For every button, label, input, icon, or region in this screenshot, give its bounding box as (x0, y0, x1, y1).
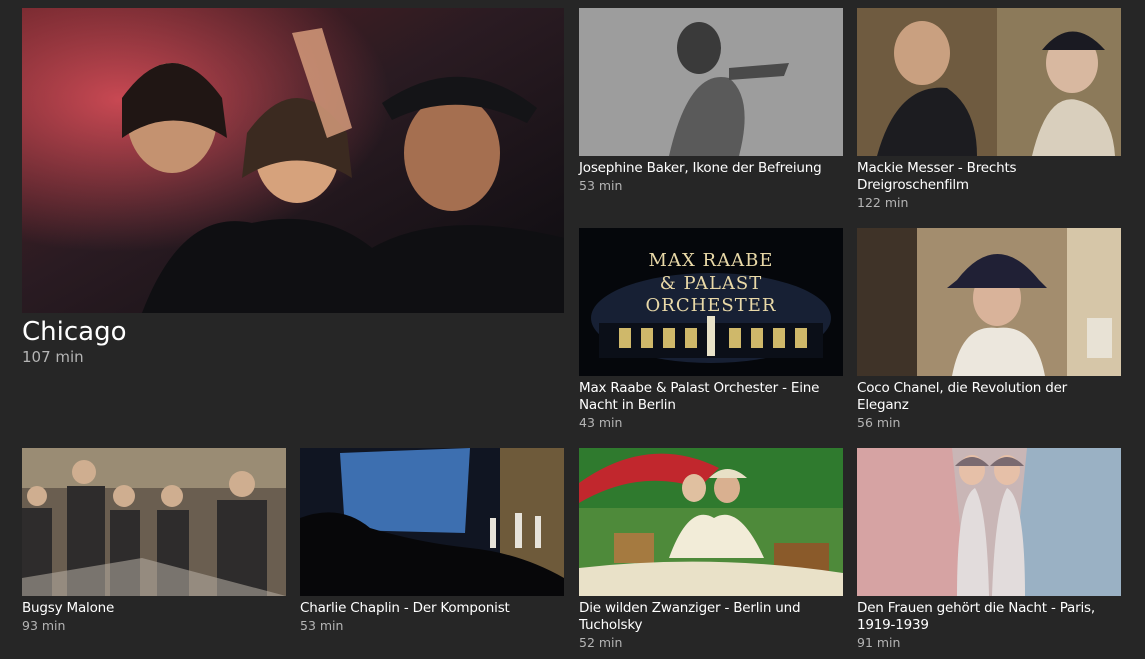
video-thumbnail[interactable] (22, 448, 286, 596)
video-duration: 56 min (857, 415, 901, 430)
video-duration: 53 min (300, 618, 344, 633)
featured-duration: 107 min (22, 348, 84, 366)
thumbnail-title-text: MAX RAABE & PALAST ORCHESTER (645, 250, 777, 316)
thumbnail-image (22, 448, 286, 596)
featured-title: Chicago (22, 317, 127, 347)
video-title: Den Frauen gehört die Nacht - Paris, 191… (857, 600, 1095, 633)
video-meta: Josephine Baker, Ikone der Befreiung 53 … (579, 160, 843, 194)
video-duration: 122 min (857, 195, 909, 210)
video-meta: Charlie Chaplin - Der Komponist 53 min (300, 600, 564, 634)
video-duration: 53 min (579, 178, 623, 193)
featured-thumbnail[interactable] (22, 8, 564, 313)
video-thumbnail[interactable]: MAX RAABE & PALAST ORCHESTER (579, 228, 843, 376)
video-title: Bugsy Malone (22, 600, 115, 616)
video-duration: 43 min (579, 415, 623, 430)
video-meta: Coco Chanel, die Revolution der Eleganz … (857, 380, 1121, 431)
video-meta: Bugsy Malone 93 min (22, 600, 286, 634)
video-thumbnail[interactable] (579, 448, 843, 596)
thumbnail-image (857, 228, 1121, 376)
video-title: Die wilden Zwanziger - Berlin und Tuchol… (579, 600, 801, 633)
video-thumbnail[interactable] (857, 448, 1121, 596)
video-title: Josephine Baker, Ikone der Befreiung (579, 160, 822, 176)
video-thumbnail[interactable] (857, 228, 1121, 376)
video-duration: 91 min (857, 635, 901, 650)
video-thumbnail[interactable] (300, 448, 564, 596)
featured-thumbnail-image (22, 8, 564, 313)
thumbnail-image (300, 448, 564, 596)
video-title: Mackie Messer - Brechts Dreigroschenfilm (857, 160, 1017, 193)
thumbnail-image (857, 8, 1121, 156)
video-thumbnail[interactable] (579, 8, 843, 156)
thumbnail-image (579, 448, 843, 596)
featured-meta: Chicago 107 min (22, 317, 564, 367)
video-meta: Mackie Messer - Brechts Dreigroschenfilm… (857, 160, 1121, 211)
thumbnail-image (857, 448, 1121, 596)
video-title: Coco Chanel, die Revolution der Eleganz (857, 380, 1068, 413)
video-title: Max Raabe & Palast Orchester - Eine Nach… (579, 380, 820, 413)
video-duration: 93 min (22, 618, 66, 633)
video-meta: Den Frauen gehört die Nacht - Paris, 191… (857, 600, 1121, 651)
video-meta: Max Raabe & Palast Orchester - Eine Nach… (579, 380, 843, 431)
video-duration: 52 min (579, 635, 623, 650)
video-thumbnail[interactable] (857, 8, 1121, 156)
video-title: Charlie Chaplin - Der Komponist (300, 600, 510, 616)
thumbnail-image (579, 8, 843, 156)
video-meta: Die wilden Zwanziger - Berlin und Tuchol… (579, 600, 843, 651)
